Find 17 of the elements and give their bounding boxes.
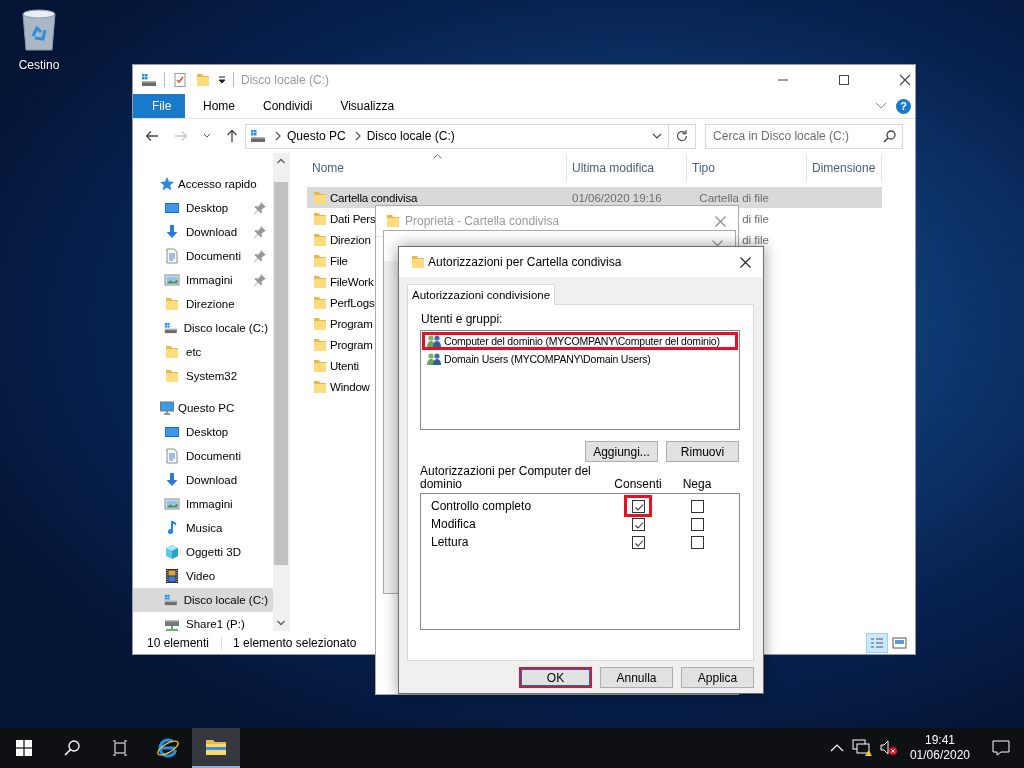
desktop-icon-label: Cestino — [18, 58, 60, 72]
file-type: di file — [742, 233, 769, 246]
column-label: Nega — [681, 478, 713, 491]
permissions-label: Autorizzazioni per Computer del dominio — [420, 465, 592, 491]
permission-name: Lettura — [430, 534, 470, 551]
window-title: Disco locale (C:) — [241, 72, 330, 87]
list-label: Utenti e gruppi: — [421, 312, 504, 326]
permission-name: Modifica — [430, 516, 477, 533]
file-type: di file — [742, 212, 769, 225]
file-date: 01/06/2020 19:16 — [572, 191, 662, 204]
dialog-title: Autorizzazioni per Cartella condivisa — [428, 255, 623, 269]
selection-count: 1 elemento selezionato — [233, 635, 357, 650]
file-type: Cartella di file — [699, 191, 769, 204]
column-label: Consenti — [613, 478, 663, 491]
item-count: 10 elementi — [147, 635, 210, 650]
dialog-title: Proprietà - Cartella condivisa — [405, 214, 561, 228]
permission-name: Controllo completo — [430, 498, 533, 515]
